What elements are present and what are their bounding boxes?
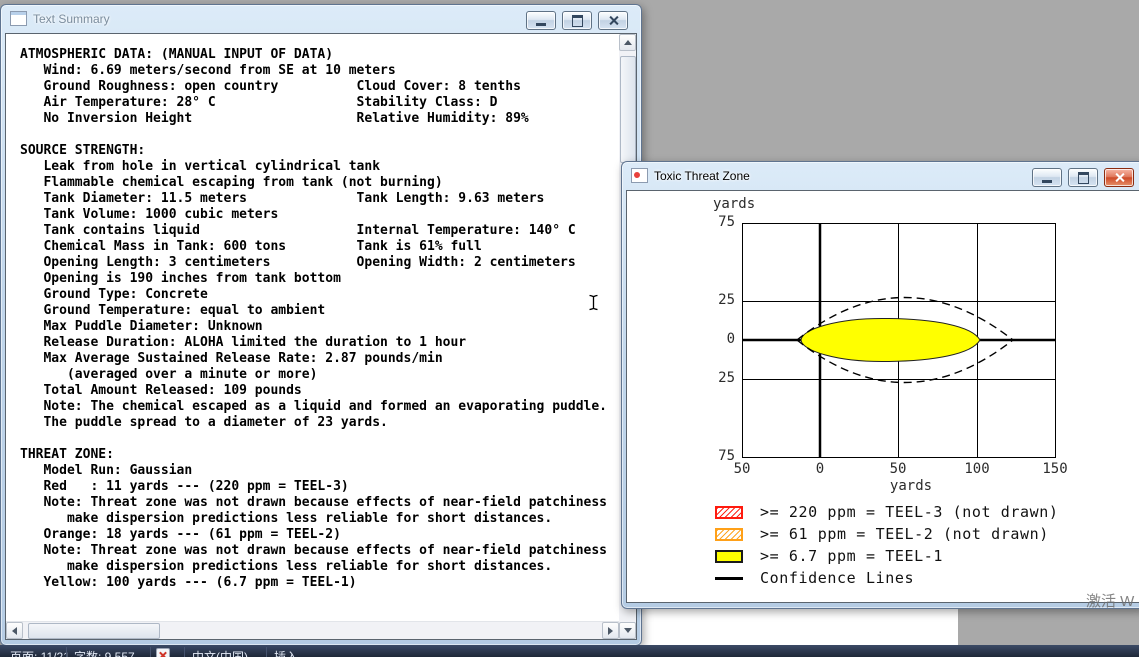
status-divider	[184, 647, 185, 657]
teel-1-plume	[800, 317, 981, 363]
text-summary-client-area: ATMOSPHERIC DATA: (MANUAL INPUT OF DATA)…	[5, 33, 637, 640]
status-language[interactable]: 中文(中国)	[192, 648, 248, 657]
x-tick-label: 0	[815, 461, 825, 477]
scroll-down-button[interactable]	[619, 622, 636, 639]
status-divider	[150, 647, 151, 657]
confidence-line-swatch-icon	[715, 571, 743, 585]
legend-label-teel1: >= 6.7 ppm = TEEL-1	[760, 547, 943, 565]
minimize-button[interactable]	[1032, 168, 1062, 187]
maximize-button[interactable]	[1068, 168, 1098, 187]
legend-row-confidence: Confidence Lines	[627, 569, 1059, 587]
threat-zone-plot	[742, 223, 1056, 458]
close-icon	[608, 15, 619, 26]
status-insert-mode[interactable]: 插入	[274, 648, 298, 657]
text-summary-titlebar[interactable]: Text Summary	[1, 5, 641, 32]
scroll-up-icon	[623, 40, 632, 45]
minimize-icon	[536, 22, 546, 26]
legend-label-teel2: >= 61 ppm = TEEL-2 (not drawn)	[760, 525, 1049, 543]
scroll-right-button[interactable]	[602, 622, 619, 639]
maximize-icon	[571, 14, 583, 27]
legend-row-teel2: >= 61 ppm = TEEL-2 (not drawn)	[627, 525, 1059, 543]
x-axis-label: yards	[889, 478, 933, 494]
document-background-patch	[636, 607, 958, 645]
status-divider	[266, 647, 267, 657]
legend-row-teel3: >= 220 ppm = TEEL-3 (not drawn)	[627, 503, 1059, 521]
y-tick-label: 25	[718, 370, 735, 386]
y-axis-label: yards	[713, 196, 756, 212]
scroll-left-icon	[12, 626, 17, 635]
threat-zone-client-area: yards 75 25 0 25 75 50 0 50 100 150 yard…	[626, 190, 1139, 603]
minimize-button[interactable]	[526, 11, 556, 30]
legend-label-confidence: Confidence Lines	[760, 569, 915, 587]
status-page-count[interactable]: 页面: 11/21	[10, 648, 70, 657]
scroll-down-icon	[623, 628, 632, 633]
maximize-icon	[1077, 171, 1089, 184]
text-summary-window: Text Summary ATMOSPHERIC DATA: (MANUAL I…	[0, 4, 642, 646]
scroll-up-button[interactable]	[619, 34, 636, 51]
maximize-button[interactable]	[562, 11, 592, 30]
scroll-left-button[interactable]	[6, 622, 23, 639]
summary-text: ATMOSPHERIC DATA: (MANUAL INPUT OF DATA)…	[20, 47, 607, 590]
x-tick-label: 50	[889, 461, 907, 477]
yellow-zone-swatch-icon	[715, 549, 743, 563]
orange-zone-swatch-icon	[715, 527, 743, 541]
toxic-threat-zone-window: Toxic Threat Zone yards 75 25 0 25 75 50…	[621, 161, 1139, 609]
text-summary-title: Text Summary	[33, 11, 110, 26]
toxic-threat-zone-titlebar[interactable]: Toxic Threat Zone	[622, 162, 1139, 189]
y-tick-label: 75	[718, 214, 735, 230]
threat-zone-legend: >= 220 ppm = TEEL-3 (not drawn) >= 61 pp…	[627, 503, 1059, 587]
minimize-icon	[1042, 179, 1052, 183]
horizontal-scrollbar[interactable]	[6, 621, 619, 639]
text-cursor-ibeam	[588, 294, 599, 316]
y-tick-label: 25	[718, 292, 735, 308]
close-button[interactable]	[598, 11, 628, 30]
proofing-error-icon[interactable]	[156, 648, 170, 657]
x-tick-label: 100	[964, 461, 990, 477]
x-tick-label: 150	[1042, 461, 1068, 477]
status-bar: 页面: 11/21 字数: 9,557 中文(中国) 插入	[0, 645, 1139, 657]
close-button[interactable]	[1104, 168, 1134, 187]
legend-label-teel3: >= 220 ppm = TEEL-3 (not drawn)	[760, 503, 1059, 521]
activate-windows-watermark: 激活 W	[1086, 593, 1135, 610]
text-summary-window-icon	[10, 11, 27, 26]
x-tick-label: 50	[733, 461, 751, 477]
scroll-right-icon	[608, 626, 613, 635]
status-word-count[interactable]: 字数: 9,557	[74, 648, 135, 657]
vertical-scroll-thumb[interactable]	[620, 56, 636, 163]
status-divider	[66, 647, 67, 657]
legend-row-teel1: >= 6.7 ppm = TEEL-1	[627, 547, 1059, 565]
close-icon	[1114, 172, 1125, 183]
red-zone-swatch-icon	[715, 505, 743, 519]
y-tick-label: 0	[726, 331, 735, 347]
toxic-threat-zone-title: Toxic Threat Zone	[654, 168, 750, 183]
toxic-threat-zone-window-icon	[631, 168, 648, 183]
desktop: Text Summary ATMOSPHERIC DATA: (MANUAL I…	[0, 0, 1139, 657]
horizontal-scroll-thumb[interactable]	[28, 623, 160, 639]
